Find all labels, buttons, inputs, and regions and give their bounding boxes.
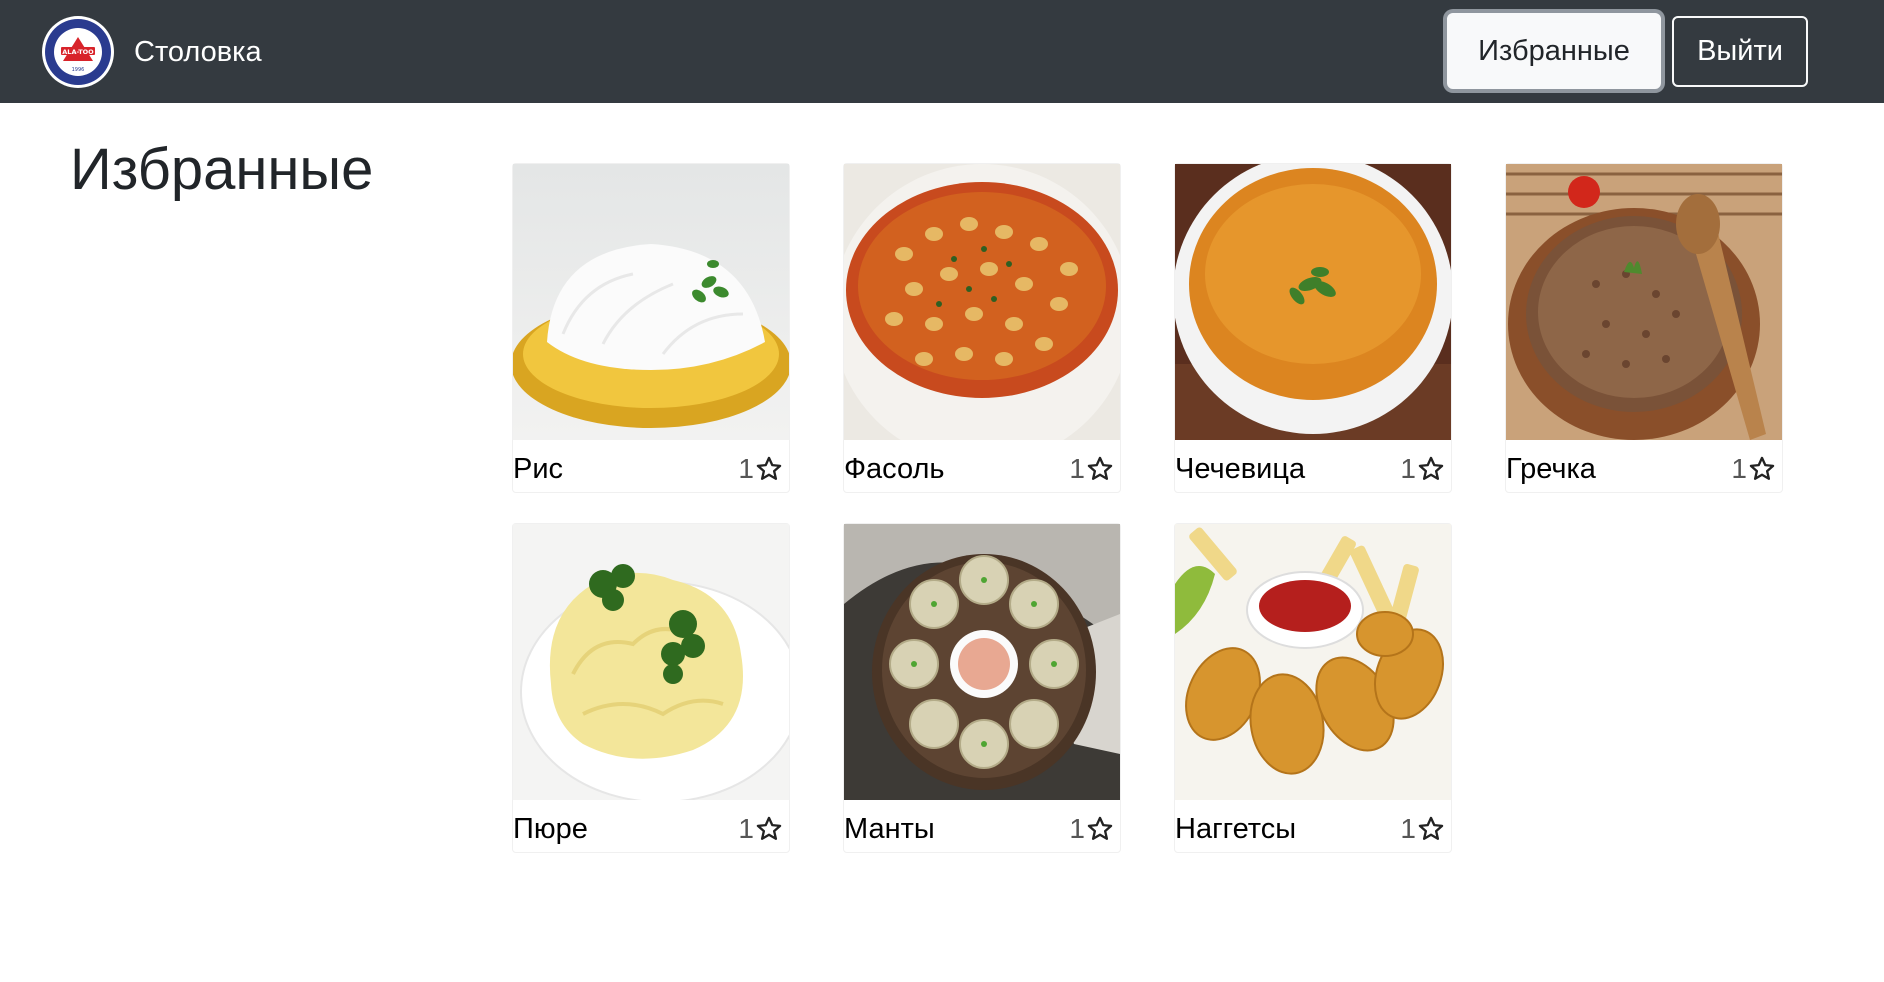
dish-image[interactable]	[513, 524, 789, 800]
dish-image[interactable]	[1506, 164, 1782, 440]
dish-name: Пюре	[513, 813, 588, 845]
likes: 1	[1400, 811, 1445, 847]
like-count: 1	[1069, 453, 1085, 484]
svg-text:ALA-TOO: ALA-TOO	[62, 48, 94, 56]
page-title: Избранные	[70, 137, 374, 202]
dish-name: Рис	[513, 453, 564, 485]
likes: 1	[1400, 451, 1445, 487]
likes: 1	[738, 811, 783, 847]
dish-card[interactable]: Чечевица 1	[1174, 163, 1452, 493]
like-count: 1	[1731, 453, 1747, 484]
dish-card[interactable]: Гречка 1	[1505, 163, 1783, 493]
dish-image[interactable]	[513, 164, 789, 440]
like-count: 1	[738, 453, 754, 484]
dish-card[interactable]: Рис 1	[512, 163, 790, 493]
dish-card[interactable]: Наггетсы 1	[1174, 523, 1452, 853]
likes: 1	[1069, 811, 1114, 847]
dish-card[interactable]: Манты 1	[843, 523, 1121, 853]
star-outline-icon[interactable]	[1086, 815, 1114, 843]
dish-image[interactable]	[1175, 164, 1451, 440]
dish-name: Гречка	[1506, 453, 1596, 485]
favorites-button[interactable]: Избранные	[1447, 13, 1661, 89]
dish-card[interactable]: Фасоль 1	[843, 163, 1121, 493]
dish-image[interactable]	[844, 164, 1120, 440]
star-outline-icon[interactable]	[755, 455, 783, 483]
dish-name: Фасоль	[844, 453, 945, 485]
dish-image[interactable]	[844, 524, 1120, 800]
likes: 1	[738, 451, 783, 487]
star-outline-icon[interactable]	[755, 815, 783, 843]
likes: 1	[1069, 451, 1114, 487]
top-navbar: ALA-TOO 1996 Столовка Избранные Выйти	[0, 0, 1884, 103]
star-outline-icon[interactable]	[1086, 455, 1114, 483]
star-outline-icon[interactable]	[1748, 455, 1776, 483]
like-count: 1	[1069, 813, 1085, 844]
brand-name[interactable]: Столовка	[134, 33, 262, 71]
like-count: 1	[1400, 453, 1416, 484]
star-outline-icon[interactable]	[1417, 815, 1445, 843]
dish-name: Наггетсы	[1175, 813, 1297, 845]
logout-button[interactable]: Выйти	[1672, 16, 1808, 87]
likes: 1	[1731, 451, 1776, 487]
dish-image[interactable]	[1175, 524, 1451, 800]
dish-name: Чечевица	[1175, 453, 1306, 485]
university-logo-icon[interactable]: ALA-TOO 1996	[41, 15, 115, 89]
like-count: 1	[1400, 813, 1416, 844]
like-count: 1	[738, 813, 754, 844]
svg-text:1996: 1996	[72, 67, 85, 73]
star-outline-icon[interactable]	[1417, 455, 1445, 483]
dish-card[interactable]: Пюре 1	[512, 523, 790, 853]
dish-name: Манты	[844, 813, 935, 845]
